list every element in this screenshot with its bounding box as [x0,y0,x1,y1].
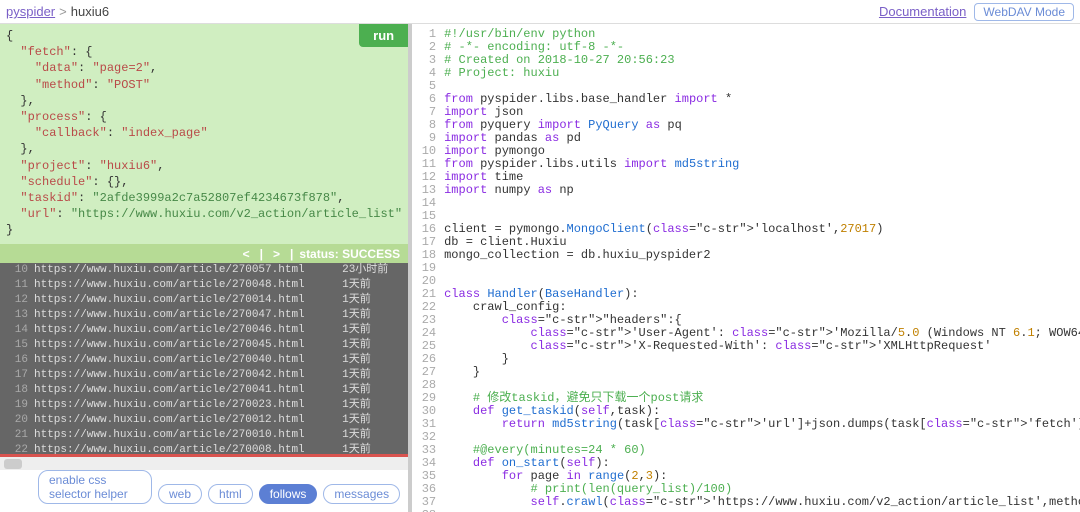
list-item[interactable]: 15https://www.huxiu.com/article/270045.h… [0,338,408,353]
tab-web[interactable]: web [158,484,202,504]
list-item[interactable]: 10https://www.huxiu.com/article/270057.h… [0,263,408,278]
prev-button[interactable]: < [239,247,254,261]
tab-messages[interactable]: messages [323,484,400,504]
list-item[interactable]: 13https://www.huxiu.com/article/270047.h… [0,308,408,323]
task-panel: run { "fetch": { "data": "page=2", "meth… [0,24,408,244]
list-item[interactable]: 22https://www.huxiu.com/article/270008.h… [0,443,408,455]
follows-list[interactable]: 10https://www.huxiu.com/article/270057.h… [0,263,408,455]
documentation-link[interactable]: Documentation [879,4,966,19]
list-item[interactable]: 19https://www.huxiu.com/article/270023.h… [0,398,408,413]
code-editor[interactable]: 1234567891011121314151617181920212223242… [412,24,1080,512]
status-text: status: SUCCESS [299,247,400,261]
nav-sep: | [260,247,263,261]
code-area[interactable]: #!/usr/bin/env python# -*- encoding: utf… [440,24,1080,512]
tab-html[interactable]: html [208,484,253,504]
topbar: pyspider > huxiu6 Documentation WebDAV M… [0,0,1080,24]
breadcrumb-sep: > [59,4,67,19]
nav-row: < | > | status: SUCCESS [0,244,408,262]
main: run { "fetch": { "data": "page=2", "meth… [0,24,1080,512]
tab-follows[interactable]: follows [259,484,318,504]
list-item[interactable]: 17https://www.huxiu.com/article/270042.h… [0,368,408,383]
breadcrumb-current: huxiu6 [71,4,109,19]
list-item[interactable]: 14https://www.huxiu.com/article/270046.h… [0,323,408,338]
gutter: 1234567891011121314151617181920212223242… [412,24,440,512]
next-button[interactable]: > [269,247,284,261]
list-item[interactable]: 12https://www.huxiu.com/article/270014.h… [0,293,408,308]
top-right: Documentation WebDAV Mode [879,3,1074,21]
list-item[interactable]: 18https://www.huxiu.com/article/270041.h… [0,383,408,398]
task-json: { "fetch": { "data": "page=2", "method":… [6,28,402,238]
list-item[interactable]: 16https://www.huxiu.com/article/270040.h… [0,353,408,368]
right-pane: save 12345678910111213141516171819202122… [412,24,1080,512]
list-item[interactable]: 11https://www.huxiu.com/article/270048.h… [0,278,408,293]
h-scrollbar[interactable] [0,457,408,470]
run-button[interactable]: run [359,24,408,47]
enable-css-button[interactable]: enable css selector helper [38,470,152,504]
list-item[interactable]: 20https://www.huxiu.com/article/270012.h… [0,413,408,428]
breadcrumb-root[interactable]: pyspider [6,4,55,19]
left-pane: run { "fetch": { "data": "page=2", "meth… [0,24,412,512]
webdav-button[interactable]: WebDAV Mode [974,3,1074,21]
breadcrumb: pyspider > huxiu6 [6,4,879,19]
nav-sep2: | [290,247,293,261]
bottom-tabs: enable css selector helper web html foll… [0,470,408,512]
list-item[interactable]: 21https://www.huxiu.com/article/270010.h… [0,428,408,443]
scroll-thumb[interactable] [4,459,22,469]
